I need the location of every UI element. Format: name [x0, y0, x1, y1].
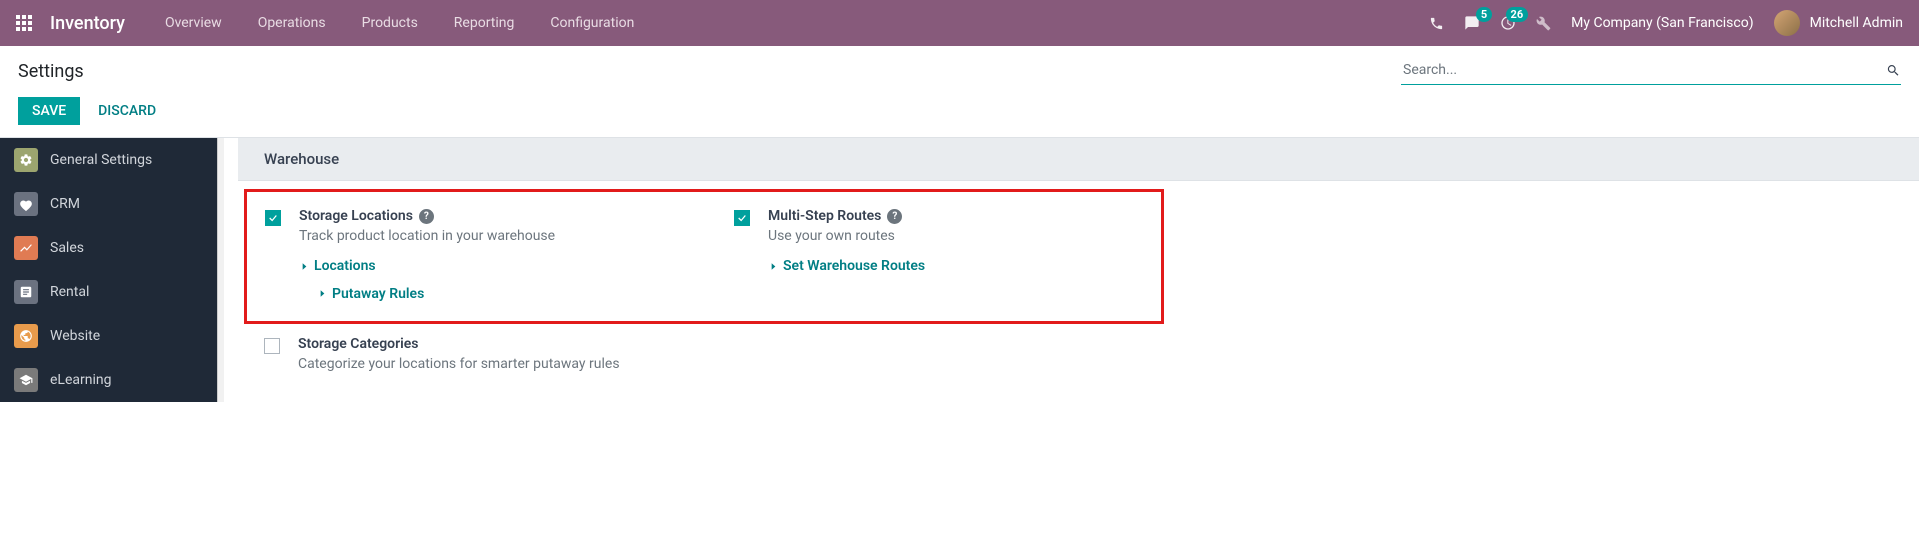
sidebar-label: Rental: [50, 284, 89, 300]
search-icon[interactable]: [1886, 63, 1901, 78]
link-putaway-rules[interactable]: Putaway Rules: [317, 286, 424, 302]
setting-title: Storage Categories: [298, 336, 419, 352]
sidebar-label: General Settings: [50, 152, 152, 168]
settings-sidebar: General Settings CRM Sales Rental Websit…: [0, 138, 218, 402]
search-input[interactable]: [1401, 58, 1886, 82]
link-locations[interactable]: Locations: [299, 258, 376, 274]
activity-badge: 26: [1506, 7, 1529, 22]
app-brand: Inventory: [50, 13, 125, 34]
handshake-icon: [14, 192, 38, 216]
help-icon[interactable]: ?: [887, 209, 902, 224]
setting-desc: Categorize your locations for smarter pu…: [298, 356, 620, 372]
key-icon: [14, 280, 38, 304]
messages-badge: 5: [1476, 7, 1492, 22]
sidebar-item-rental[interactable]: Rental: [0, 270, 218, 314]
nav-reporting[interactable]: Reporting: [454, 15, 515, 31]
link-label: Set Warehouse Routes: [783, 258, 925, 274]
setting-multi-step-routes: Multi-Step Routes ? Use your own routes …: [734, 208, 1143, 303]
search-wrap: [1401, 58, 1901, 85]
user-menu[interactable]: Mitchell Admin: [1774, 10, 1903, 36]
setting-title: Storage Locations: [299, 208, 413, 224]
link-label: Putaway Rules: [332, 286, 424, 302]
chart-icon: [14, 236, 38, 260]
discard-button[interactable]: DISCARD: [98, 103, 156, 119]
nav-operations[interactable]: Operations: [258, 15, 326, 31]
nav-products[interactable]: Products: [362, 15, 418, 31]
checkbox-storage-locations[interactable]: [265, 210, 281, 226]
setting-desc: Track product location in your warehouse: [299, 228, 555, 244]
sidebar-label: Sales: [50, 240, 84, 256]
main-area: General Settings CRM Sales Rental Websit…: [0, 137, 1919, 402]
setting-title: Multi-Step Routes: [768, 208, 881, 224]
link-set-warehouse-routes[interactable]: Set Warehouse Routes: [768, 258, 925, 274]
globe-icon: [14, 324, 38, 348]
save-button[interactable]: SAVE: [18, 97, 80, 125]
nav-right: 5 26 My Company (San Francisco) Mitchell…: [1429, 10, 1903, 36]
link-label: Locations: [314, 258, 376, 274]
nav-overview[interactable]: Overview: [165, 15, 222, 31]
settings-content: Warehouse Storage Locations ? Track prod…: [218, 138, 1919, 402]
apps-icon[interactable]: [16, 15, 32, 31]
sidebar-label: Website: [50, 328, 100, 344]
nav-configuration[interactable]: Configuration: [550, 15, 634, 31]
tools-icon[interactable]: [1536, 16, 1551, 31]
avatar: [1774, 10, 1800, 36]
sidebar-item-general[interactable]: General Settings: [0, 138, 218, 182]
sidebar-item-elearning[interactable]: eLearning: [0, 358, 218, 402]
sidebar-label: eLearning: [50, 372, 111, 388]
gear-icon: [14, 148, 38, 172]
phone-icon[interactable]: [1429, 16, 1444, 31]
sidebar-item-website[interactable]: Website: [0, 314, 218, 358]
setting-storage-categories: Storage Categories Categorize your locat…: [238, 332, 1919, 392]
section-warehouse: Warehouse: [238, 138, 1919, 181]
graduation-icon: [14, 368, 38, 392]
action-bar: SAVE DISCARD: [0, 93, 1919, 137]
setting-storage-locations: Storage Locations ? Track product locati…: [265, 208, 674, 303]
setting-desc: Use your own routes: [768, 228, 925, 244]
highlighted-box: Storage Locations ? Track product locati…: [244, 189, 1164, 324]
sidebar-label: CRM: [50, 196, 80, 212]
user-name: Mitchell Admin: [1810, 15, 1903, 31]
sidebar-item-crm[interactable]: CRM: [0, 182, 218, 226]
top-navbar: Inventory Overview Operations Products R…: [0, 0, 1919, 46]
checkbox-multi-step[interactable]: [734, 210, 750, 226]
checkbox-storage-categories[interactable]: [264, 338, 280, 354]
nav-menu: Overview Operations Products Reporting C…: [165, 15, 634, 31]
messages-icon[interactable]: 5: [1464, 15, 1480, 31]
help-icon[interactable]: ?: [419, 209, 434, 224]
control-bar: Settings: [0, 46, 1919, 93]
activity-icon[interactable]: 26: [1500, 15, 1516, 31]
sidebar-item-sales[interactable]: Sales: [0, 226, 218, 270]
company-name[interactable]: My Company (San Francisco): [1571, 15, 1753, 31]
page-title: Settings: [18, 61, 84, 82]
